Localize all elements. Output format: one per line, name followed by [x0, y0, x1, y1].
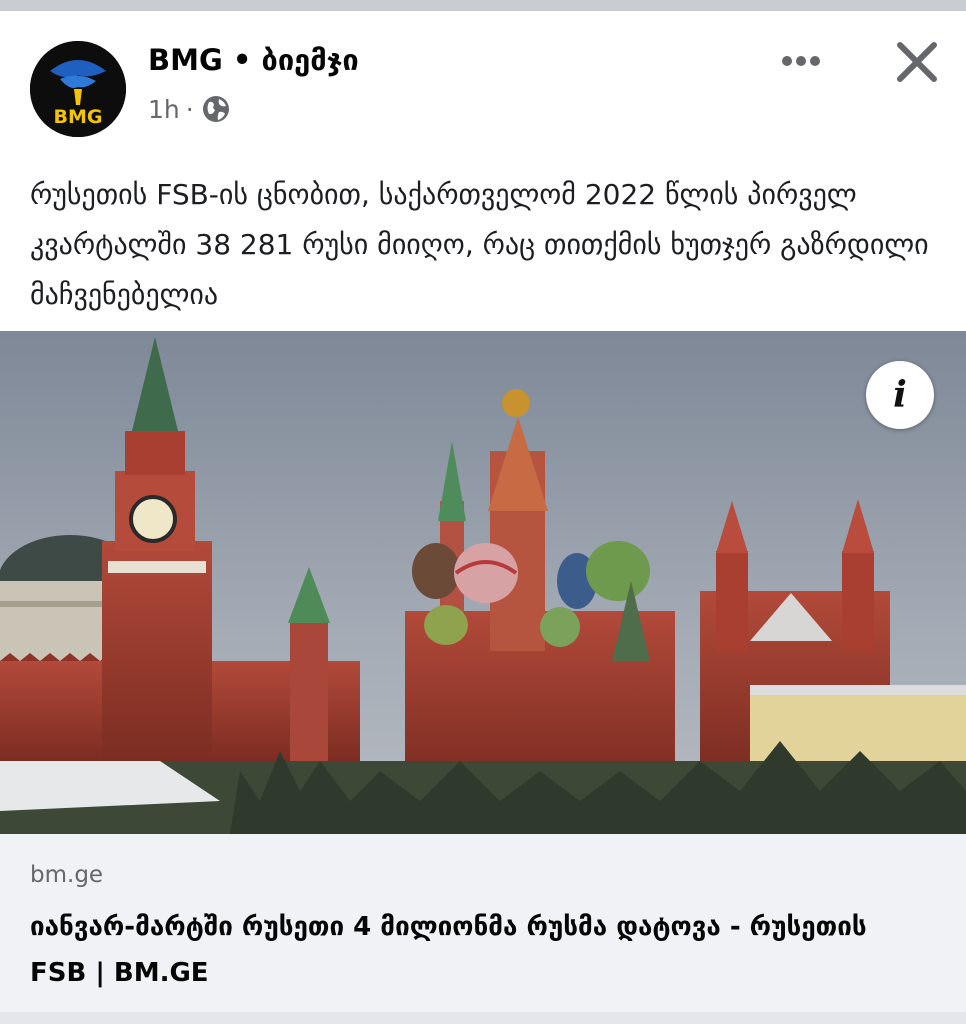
kremlin-photo	[0, 331, 966, 834]
globe-icon	[200, 93, 232, 125]
more-options-icon[interactable]	[772, 41, 830, 81]
post-header: BMG BMG • ბიემჯი 1h ·	[0, 11, 966, 151]
post-meta: 1h ·	[148, 93, 232, 125]
post-text: რუსეთის FSB-ის ცნობით, საქართველომ 2022 …	[30, 178, 929, 311]
page-name[interactable]: BMG • ბიემჯი	[148, 43, 359, 77]
info-icon[interactable]: i	[866, 361, 934, 429]
link-preview[interactable]: bm.ge იანვარ-მარტში რუსეთი 4 მილიონმა რუ…	[0, 834, 966, 1012]
close-icon[interactable]	[893, 38, 941, 86]
post-time[interactable]: 1h	[148, 95, 180, 124]
avatar-text: BMG	[54, 106, 103, 128]
post-image[interactable]	[0, 331, 966, 834]
avatar[interactable]: BMG	[30, 41, 126, 137]
link-title[interactable]: იანვარ-მარტში რუსეთი 4 მილიონმა რუსმა და…	[30, 904, 930, 996]
meta-separator: ·	[185, 94, 194, 124]
bmg-logo-icon: BMG	[30, 41, 126, 137]
bottom-divider	[0, 1012, 966, 1024]
top-divider	[0, 0, 966, 11]
link-domain: bm.ge	[30, 862, 104, 888]
